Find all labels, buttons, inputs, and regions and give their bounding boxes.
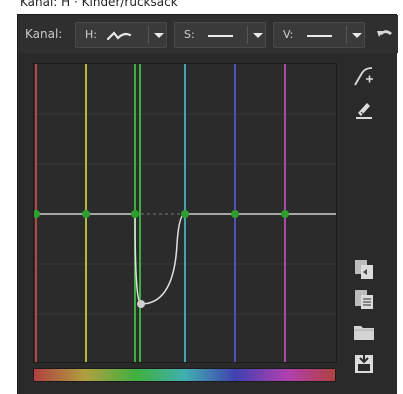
flat-line-icon [208, 35, 233, 37]
v-label: V: [283, 28, 294, 41]
channel-label: Kanal: [25, 27, 63, 41]
copy-icon[interactable] [352, 257, 376, 281]
curve-point[interactable] [231, 210, 239, 218]
curve-point-selected[interactable] [137, 300, 145, 308]
chevron-down-icon [352, 33, 362, 38]
curve-canvas[interactable] [32, 64, 336, 362]
save-icon[interactable] [352, 351, 376, 375]
v-curve-dropdown[interactable]: V: [273, 22, 365, 48]
curve-point[interactable] [281, 210, 289, 218]
h-curve-dropdown[interactable]: H: [75, 22, 167, 48]
hsv-equalizer-panel: Kanal: H: S: V: [17, 14, 398, 394]
s-curve-dropdown[interactable]: S: [174, 22, 266, 48]
edited-curve[interactable] [134, 213, 186, 305]
chevron-down-icon [154, 33, 164, 38]
curve-point[interactable] [32, 210, 40, 218]
curve-add-point-icon[interactable] [352, 65, 376, 89]
curve-icon [106, 31, 132, 41]
hue-gradient-bar [33, 368, 336, 382]
folder-open-icon[interactable] [352, 319, 376, 343]
chevron-down-icon [253, 33, 263, 38]
curve-point[interactable] [131, 210, 139, 218]
window-title: Kanal: H · Kinder/rucksack [20, 0, 178, 9]
flat-line-icon [307, 35, 332, 37]
curve-point[interactable] [82, 210, 90, 218]
pencil-edit-icon[interactable] [352, 97, 376, 121]
channel-toolbar: Kanal: H: S: V: [18, 15, 398, 53]
s-label: S: [184, 28, 195, 41]
undo-icon[interactable] [376, 25, 394, 41]
curve-graph[interactable] [32, 63, 337, 363]
curve-point[interactable] [181, 210, 189, 218]
h-label: H: [85, 28, 97, 41]
paste-icon[interactable] [352, 287, 376, 311]
